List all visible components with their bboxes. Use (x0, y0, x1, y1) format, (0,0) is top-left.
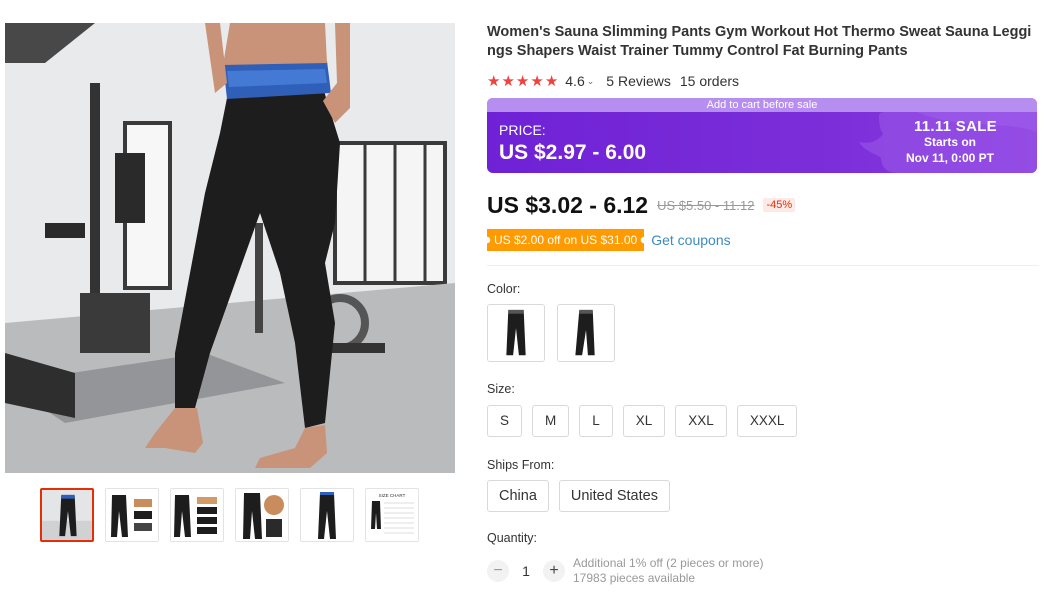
color-option-black-front[interactable] (487, 304, 545, 362)
coupon-row: US $2.00 off on US $31.00 Get coupons (487, 229, 1039, 251)
rating-stars: ★ ★ ★ ★ ★ (487, 74, 558, 89)
discount-badge: -45% (763, 198, 796, 212)
color-options (487, 304, 1039, 362)
size-option-m[interactable]: M (532, 405, 570, 437)
ships-from-united-states[interactable]: United States (558, 480, 670, 512)
stock-available: 17983 pieces available (573, 571, 696, 585)
size-option-l[interactable]: L (579, 405, 613, 437)
quantity-label: Quantity: (487, 531, 538, 545)
size-chart-label: SIZE CHART (379, 493, 406, 498)
thumbnail-main-photo[interactable] (40, 488, 94, 542)
ships-from-china[interactable]: China (487, 480, 549, 512)
get-coupons-link[interactable]: Get coupons (651, 232, 730, 248)
sale-price-label: PRICE: (499, 122, 546, 138)
color-label: Color: (487, 282, 521, 296)
sale-name: 11.11 SALE (913, 118, 997, 135)
main-product-image[interactable] (5, 23, 455, 473)
original-price: US $5.50 - 11.12 (657, 197, 755, 213)
quantity-decrease-button[interactable]: − (487, 560, 509, 582)
thumbnail-pants-with-belt-2[interactable] (170, 488, 224, 542)
sale-price: US $2.97 - 6.00 (499, 141, 647, 164)
sale-starts-label: Starts on (923, 135, 976, 149)
thumbnail-pants-full-length[interactable] (300, 488, 354, 542)
quantity-stepper: − 1 + Additional 1% off (2 pieces or mor… (487, 556, 1039, 586)
thumbnail-size-chart[interactable]: SIZE CHART (365, 488, 419, 542)
thumbnail-pants-with-belt[interactable] (105, 488, 159, 542)
size-option-xl[interactable]: XL (622, 405, 666, 437)
thumbnail-pants-closeup[interactable] (235, 488, 289, 542)
color-option-black-side[interactable] (557, 304, 615, 362)
rating-row: ★ ★ ★ ★ ★ 4.6 ⌄ 5 Reviews 15 orders (487, 72, 1039, 90)
product-title: Women's Sauna Slimming Pants Gym Workout… (487, 24, 1032, 59)
chevron-down-icon[interactable]: ⌄ (587, 76, 595, 87)
star-icon: ★ (501, 72, 515, 90)
quantity-input[interactable]: 1 (509, 563, 543, 579)
star-icon: ★ (487, 72, 501, 90)
reviews-link[interactable]: 5 Reviews (606, 73, 671, 89)
price-row: US $3.02 - 6.12 US $5.50 - 11.12 -45% (487, 191, 1039, 219)
thumbnail-strip: SIZE CHART (40, 488, 419, 542)
size-options: S M L XL XXL XXXL (487, 405, 1039, 437)
ships-from-options: China United States (487, 480, 1039, 512)
sale-badge: 11.11 SALE Starts on Nov 11, 0:00 PT (857, 112, 1037, 173)
product-info: Women's Sauna Slimming Pants Gym Workout… (487, 23, 1039, 586)
rating-value[interactable]: 4.6 (565, 73, 584, 89)
current-price: US $3.02 - 6.12 (487, 191, 649, 218)
ships-from-label: Ships From: (487, 458, 555, 472)
sale-date: Nov 11, 0:00 PT (905, 151, 994, 165)
size-option-xxl[interactable]: XXL (675, 405, 727, 437)
orders-count: 15 orders (679, 73, 740, 89)
product-photo (5, 23, 455, 473)
star-icon: ★ (530, 72, 544, 90)
quantity-increase-button[interactable]: + (543, 560, 565, 582)
star-icon: ★ (544, 72, 559, 90)
size-label: Size: (487, 382, 515, 396)
sale-banner-notice: Add to cart before sale (487, 98, 1037, 112)
divider (487, 265, 1039, 266)
star-icon: ★ (515, 72, 530, 90)
quantity-notes: Additional 1% off (2 pieces or more) 179… (573, 556, 764, 586)
bulk-discount-note: Additional 1% off (2 pieces or more) (573, 556, 764, 570)
sale-banner: Add to cart before sale PRICE: US $2.97 … (487, 98, 1037, 173)
size-option-s[interactable]: S (487, 405, 523, 437)
size-option-xxxl[interactable]: XXXL (736, 405, 798, 437)
coupon-tag[interactable]: US $2.00 off on US $31.00 (487, 229, 644, 251)
